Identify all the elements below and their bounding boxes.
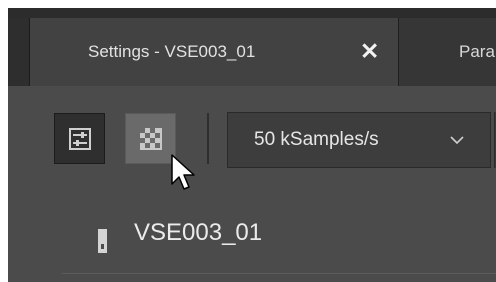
pattern-button[interactable] — [125, 113, 176, 164]
tab-settings-label: Settings - VSE003_01 — [88, 42, 256, 61]
chevron-down-icon — [450, 136, 464, 145]
sliders-icon — [69, 128, 91, 150]
sample-rate-value: 50 kSamples/s — [254, 129, 379, 150]
sample-rate-select[interactable]: 50 kSamples/s — [227, 112, 491, 168]
settings-window: Settings - VSE003_01 ✕ Para 50 kSamples/… — [8, 8, 496, 282]
device-name: VSE003_01 — [134, 219, 263, 246]
sliders-button[interactable] — [54, 113, 105, 164]
tab-bar-left-edge — [8, 18, 30, 86]
tab-parameters-label: Para — [459, 42, 495, 61]
tab-settings[interactable]: Settings - VSE003_01 ✕ — [30, 18, 399, 86]
tab-parameters[interactable]: Para — [399, 18, 496, 86]
close-icon[interactable]: ✕ — [360, 18, 379, 86]
device-icon — [98, 229, 107, 253]
toolbar-divider — [207, 113, 209, 164]
title-strip — [8, 8, 496, 18]
mouse-cursor-icon — [171, 154, 195, 190]
separator-line — [62, 273, 496, 274]
